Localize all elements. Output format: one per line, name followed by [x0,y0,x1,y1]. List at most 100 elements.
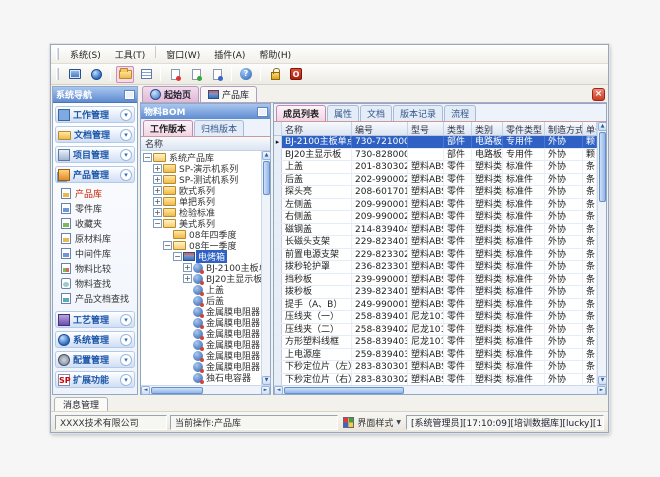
tab-产品库[interactable]: 产品库 [200,86,257,102]
grid-vertical-scrollbar[interactable]: ▲ ▼ [597,122,606,385]
monitor-button[interactable] [66,66,84,83]
table-row[interactable]: 方形塑料线框258-839403-00I尼龙1010零件塑料类标准件外协条 [274,336,597,349]
menu-item-1[interactable]: 系统(S) [63,46,108,63]
sidebar-group-header-6[interactable]: 系统管理▾ [55,331,135,348]
table-row[interactable]: 压线夹（二）258-839402-00I尼龙1010零件塑料类标准件外协条 [274,324,597,337]
collapse-icon[interactable]: − [143,153,152,162]
scroll-down-icon[interactable]: ▼ [598,376,607,385]
exit-button[interactable]: O [287,66,305,83]
tree-node-BJ20主显示板[interactable]: +BJ20主显示板 [141,273,261,284]
grid-horizontal-scrollbar[interactable]: ◄ ► [274,385,606,394]
collapse-icon[interactable]: − [173,252,182,261]
scroll-right-icon[interactable]: ► [597,386,606,395]
column-header-名称[interactable]: 名称 [282,122,352,135]
expand-icon[interactable]: + [153,186,162,195]
collapse-icon[interactable]: − [163,241,172,250]
column-header-制造方式[interactable]: 制造方式 [545,122,583,135]
tree-node-独石电容器[interactable]: 独石电容器 [141,372,261,383]
table-row[interactable]: 长磁头支架229-823401-00I塑料ABS零件塑料类标准件外协条 [274,236,597,249]
tab-起始页[interactable]: 起始页 [142,86,199,102]
expand-icon[interactable]: + [183,274,192,283]
table-row[interactable]: 下秒定位片（左）283-830301-00I塑料ABS零件塑料类标准件外协条 [274,361,597,374]
tab-工作版本[interactable]: 工作版本 [143,120,193,136]
toolbar-grip[interactable] [56,48,59,60]
column-header-类型[interactable]: 类型 [444,122,472,135]
scroll-up-icon[interactable]: ▲ [598,122,607,131]
sidebar-group-header-4[interactable]: 产品管理▾ [55,166,135,183]
table-row[interactable]: 左侧盖209-990001-01I塑料ABS零件塑料类标准件外协条 [274,199,597,212]
folder-button[interactable] [116,66,134,83]
tab-成员列表[interactable]: 成员列表 [276,105,326,121]
table-row[interactable]: 上电源座259-839403-00I塑料ABS零件塑料类标准件外协条 [274,349,597,362]
lock-button[interactable] [266,66,284,83]
pin-icon[interactable] [258,108,267,116]
sidebar-item-产品库[interactable]: 产品库 [61,186,135,201]
sidebar-item-产品文档查找[interactable]: 产品文档查找 [61,291,135,306]
window-sync-button[interactable] [208,66,226,83]
tree-vertical-scrollbar[interactable]: ▲ ▼ [261,151,270,385]
tree-horizontal-scrollbar[interactable]: ◄ ► [141,385,270,394]
close-tab-button[interactable]: × [592,88,605,101]
scroll-thumb[interactable] [151,387,203,394]
column-header-编号[interactable]: 编号 [352,122,408,135]
tab-文档[interactable]: 文档 [360,105,392,121]
scroll-thumb[interactable] [284,387,404,394]
table-row[interactable]: 探头亮208-601701-01I塑料ABS零件塑料类标准件外协条 [274,186,597,199]
tab-归档版本[interactable]: 归档版本 [194,120,244,136]
expand-icon[interactable]: + [153,208,162,217]
table-row[interactable]: 提手（A、B）249-990001-01I塑料ABS零件塑料类标准件外协条 [274,299,597,312]
table-row[interactable]: BJ20主显示板730-828000-04I部件电路板专用件外协颗 [274,149,597,162]
scroll-thumb[interactable] [599,132,606,202]
table-row[interactable]: 前置电源支架229-823302-00I塑料ABS零件塑料类标准件外协条 [274,249,597,262]
sidebar-item-原材料库[interactable]: 原材料库 [61,231,135,246]
column-header-型号[interactable]: 型号 [408,122,444,135]
sidebar-group-header-8[interactable]: SP扩展功能▾ [55,371,135,388]
sidebar-group-header-3[interactable]: 项目管理▾ [55,146,135,163]
tab-message-management[interactable]: 消息管理 [54,397,108,411]
sidebar-group-header-7[interactable]: 配置管理▾ [55,351,135,368]
tab-流程[interactable]: 流程 [444,105,476,121]
sidebar-group-header-5[interactable]: 工艺管理▾ [55,311,135,328]
tab-版本记录[interactable]: 版本记录 [393,105,443,121]
column-header-零件类型[interactable]: 零件类型 [503,122,545,135]
scroll-left-icon[interactable]: ◄ [274,386,283,395]
sidebar-group-header-1[interactable]: 工作管理▾ [55,106,135,123]
sidebar-group-header-2[interactable]: 文档管理▾ [55,126,135,143]
tree-column-header[interactable]: 名称 [141,137,270,151]
table-row[interactable]: 压线夹（一）258-839401-00I尼龙1010零件塑料类标准件外协条 [274,311,597,324]
table-row[interactable]: 磁钢盖214-839404-01I塑料ABS零件塑料类标准件外协条 [274,224,597,237]
scroll-thumb[interactable] [263,161,270,195]
tree-node-上盖[interactable]: 上盖 [141,284,261,295]
column-header-类别[interactable]: 类别 [472,122,503,135]
expand-icon[interactable]: + [153,175,162,184]
sidebar-item-零件库[interactable]: 零件库 [61,201,135,216]
expand-icon[interactable]: + [153,164,162,173]
toolbar-grip[interactable] [56,68,59,80]
column-header-单位[interactable]: 单位 [583,122,597,135]
report-button[interactable] [137,66,155,83]
doc-delete-button[interactable] [166,66,184,83]
menu-item-4[interactable]: 插件(A) [207,46,252,63]
scroll-up-icon[interactable]: ▲ [262,151,271,160]
scroll-right-icon[interactable]: ► [261,386,270,395]
chevron-down-icon[interactable]: ▾ [120,374,132,386]
window-check-button[interactable] [187,66,205,83]
table-row[interactable]: 拨秒轮护罩236-823301-00I塑料ABS零件塑料类标准件外协条 [274,261,597,274]
sidebar-item-物料查找[interactable]: 物料查找 [61,276,135,291]
chevron-down-icon[interactable]: ▾ [120,129,132,141]
scroll-left-icon[interactable]: ◄ [141,386,150,395]
table-row[interactable]: 拨秒板239-823401-00I塑料ABS零件塑料类标准件外协条 [274,286,597,299]
panel-options-icon[interactable] [125,91,134,99]
chevron-up-icon[interactable]: ▾ [120,169,132,181]
table-row[interactable]: 右侧盖209-990002-01I塑料ABS零件塑料类标准件外协条 [274,211,597,224]
menu-item-2[interactable]: 工具(T) [108,46,153,63]
chevron-down-icon[interactable]: ▾ [120,354,132,366]
help-button[interactable]: ? [237,66,255,83]
sidebar-item-收藏夹[interactable]: 收藏夹 [61,216,135,231]
expand-icon[interactable]: + [153,197,162,206]
table-row[interactable]: 上盖201-830302-00I塑料ABS零件塑料类标准件外协条 [274,161,597,174]
menu-item-3[interactable]: 窗口(W) [159,46,207,63]
scroll-down-icon[interactable]: ▼ [262,376,271,385]
table-row[interactable]: 后盖202-990002-01I塑料ABS零件塑料类标准件外协条 [274,174,597,187]
chevron-down-icon[interactable]: ▾ [120,314,132,326]
